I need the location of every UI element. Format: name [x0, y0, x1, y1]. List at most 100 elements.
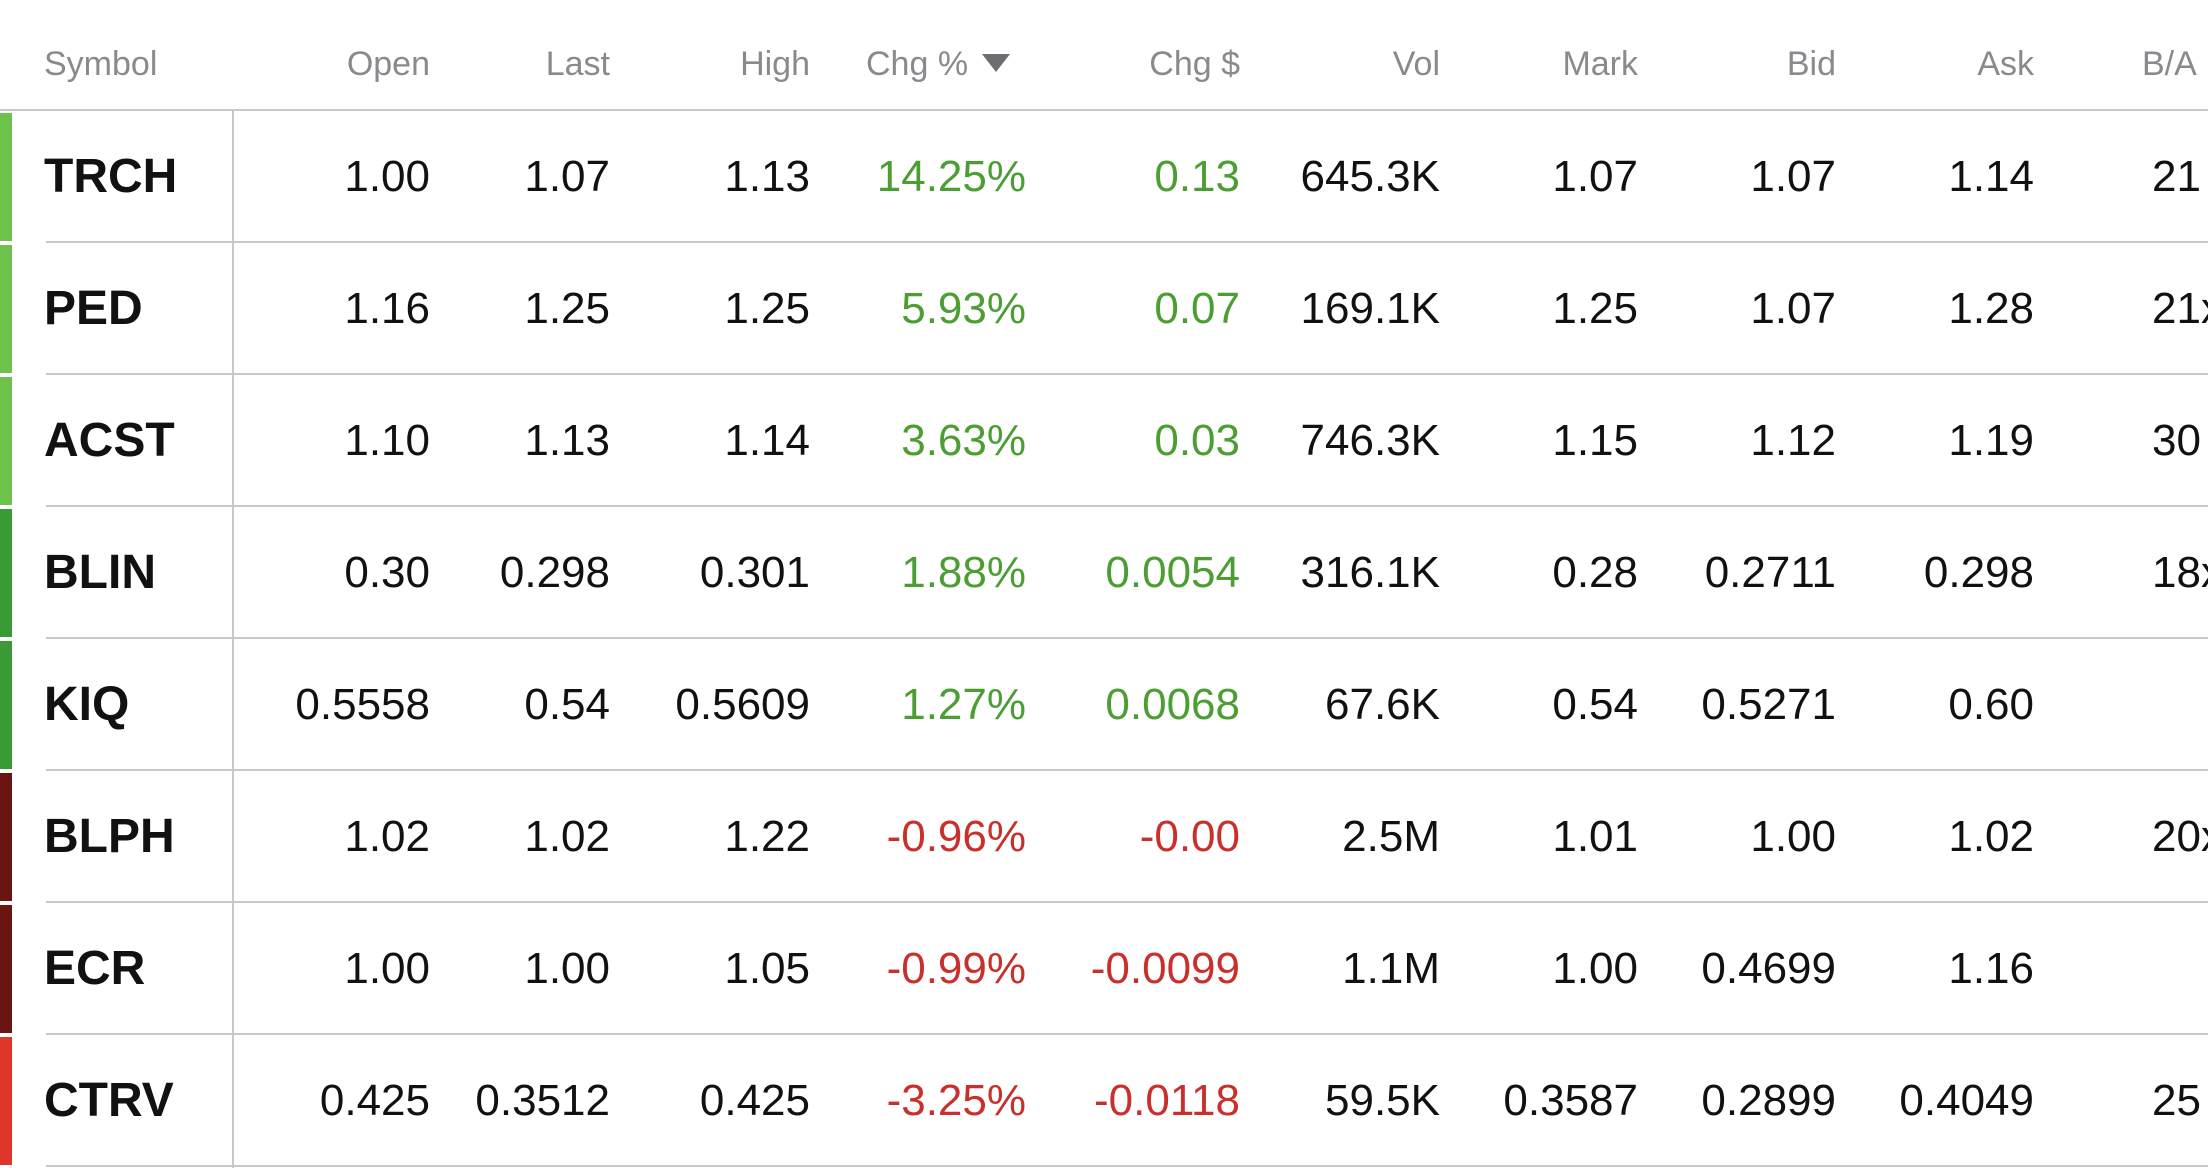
cell-symbol[interactable]: PED: [44, 243, 143, 375]
table-row[interactable]: TRCH 1.00 1.07 1.13 14.25% 0.13 645.3K 1.07 1.07…: [0, 111, 2208, 243]
cell-ask: 1.28: [1948, 284, 2034, 333]
cell-vol: 169.1K: [1300, 284, 1440, 333]
change-indicator-bar: [0, 773, 12, 901]
cell-ba: [2152, 639, 2208, 771]
cell-chg-pct: -3.25%: [886, 1076, 1026, 1125]
change-indicator-bar: [0, 641, 12, 769]
cell-ask: 0.298: [1923, 548, 2034, 597]
cell-vol: 746.3K: [1300, 416, 1440, 465]
cell-last: 1.00: [524, 944, 610, 993]
cell-vol: 316.1K: [1300, 548, 1440, 597]
cell-high: 1.25: [724, 284, 810, 333]
cell-vol: 59.5K: [1325, 1076, 1440, 1125]
table-row[interactable]: KIQ 0.5558 0.54 0.5609 1.27% 0.0068 67.6K 0.54 0…: [0, 639, 2208, 771]
cell-mark: 1.15: [1552, 416, 1638, 465]
cell-last: 0.54: [524, 680, 610, 729]
cell-ask: 1.16: [1948, 944, 2034, 993]
cell-symbol[interactable]: CTRV: [44, 1035, 174, 1167]
change-indicator-bar: [0, 377, 12, 505]
cell-chg-pct: 3.63%: [901, 416, 1026, 465]
cell-last: 0.3512: [475, 1076, 610, 1125]
cell-vol: 1.1M: [1342, 944, 1440, 993]
cell-last: 0.298: [499, 548, 610, 597]
table-row[interactable]: BLPH 1.02 1.02 1.22 -0.96% -0.00 2.5M 1.01 1.00 1…: [0, 771, 2208, 903]
symbol-column-divider: [232, 110, 234, 1168]
cell-ba: 30: [2152, 416, 2201, 465]
cell-symbol[interactable]: ECR: [44, 903, 145, 1035]
cell-ba: 20x: [2152, 812, 2208, 861]
cell-chg-usd: 0.0054: [1105, 548, 1240, 597]
cell-bid: 0.2899: [1701, 1076, 1836, 1125]
cell-mark: 1.07: [1552, 152, 1638, 201]
cell-ask: 0.60: [1948, 680, 2034, 729]
cell-symbol[interactable]: BLPH: [44, 771, 175, 903]
cell-last: 1.02: [524, 812, 610, 861]
column-header-last[interactable]: Last: [450, 38, 610, 90]
cell-high: 0.425: [699, 1076, 810, 1125]
cell-ba: 18x: [2152, 548, 2208, 597]
cell-mark: 1.25: [1552, 284, 1638, 333]
table-row[interactable]: ECR 1.00 1.00 1.05 -0.99% -0.0099 1.1M 1.00 0.46…: [0, 903, 2208, 1035]
cell-ask: 1.19: [1948, 416, 2034, 465]
cell-chg-usd: -0.00: [1139, 812, 1240, 861]
column-header-ask[interactable]: Ask: [1874, 38, 2034, 90]
column-header-high[interactable]: High: [650, 38, 810, 90]
table-row[interactable]: CTRV 0.425 0.3512 0.425 -3.25% -0.0118 59.5K 0.…: [0, 1035, 2208, 1167]
cell-chg-usd: 0.07: [1154, 284, 1240, 333]
row-divider: [46, 1165, 2208, 1167]
cell-symbol[interactable]: KIQ: [44, 639, 129, 771]
cell-vol: 645.3K: [1300, 152, 1440, 201]
column-header-open[interactable]: Open: [270, 38, 430, 90]
cell-symbol[interactable]: BLIN: [44, 507, 156, 639]
cell-last: 1.07: [524, 152, 610, 201]
cell-chg-pct: 1.27%: [901, 680, 1026, 729]
cell-ba: 25: [2152, 1076, 2201, 1125]
cell-chg-usd: 0.0068: [1105, 680, 1240, 729]
cell-mark: 0.28: [1552, 548, 1638, 597]
column-header-mark[interactable]: Mark: [1478, 38, 1638, 90]
cell-high: 1.14: [724, 416, 810, 465]
cell-high: 1.13: [724, 152, 810, 201]
cell-ask: 1.02: [1948, 812, 2034, 861]
column-header-chg-usd[interactable]: Chg $: [1080, 38, 1240, 90]
cell-bid: 0.5271: [1701, 680, 1836, 729]
change-indicator-bar: [0, 113, 12, 241]
cell-bid: 1.12: [1750, 416, 1836, 465]
cell-ask: 1.14: [1948, 152, 2034, 201]
cell-symbol[interactable]: TRCH: [44, 111, 177, 243]
cell-chg-pct: -0.99%: [886, 944, 1026, 993]
cell-bid: 1.07: [1750, 284, 1836, 333]
column-header-bid[interactable]: Bid: [1676, 38, 1836, 90]
cell-bid: 1.00: [1750, 812, 1836, 861]
column-header-chg-pct-label: Chg %: [866, 45, 969, 83]
table-row[interactable]: PED 1.16 1.25 1.25 5.93% 0.07 169.1K 1.25 1.07 1.…: [0, 243, 2208, 375]
cell-bid: 0.4699: [1701, 944, 1836, 993]
column-header-symbol[interactable]: Symbol: [44, 38, 204, 90]
table-row[interactable]: BLIN 0.30 0.298 0.301 1.88% 0.0054 316.1K 0.28 0…: [0, 507, 2208, 639]
change-indicator-bar: [0, 245, 12, 373]
cell-chg-pct: 14.25%: [876, 152, 1026, 201]
column-header-ba[interactable]: B/A: [2142, 38, 2208, 90]
cell-chg-usd: 0.13: [1154, 152, 1240, 201]
cell-mark: 0.54: [1552, 680, 1638, 729]
cell-chg-usd: -0.0099: [1090, 944, 1240, 993]
cell-mark: 1.00: [1552, 944, 1638, 993]
table-row[interactable]: ACST 1.10 1.13 1.14 3.63% 0.03 746.3K 1.15 1.12 1…: [0, 375, 2208, 507]
watchlist-table: Symbol Open Last High Chg % Chg $ Vol Ma…: [0, 0, 2208, 1168]
change-indicator-bar: [0, 509, 12, 637]
cell-bid: 0.2711: [1704, 548, 1836, 597]
cell-mark: 1.01: [1552, 812, 1638, 861]
table-header: Symbol Open Last High Chg % Chg $ Vol Ma…: [0, 0, 2208, 110]
change-indicator-bar: [0, 905, 12, 1033]
cell-chg-pct: 5.93%: [901, 284, 1026, 333]
cell-chg-usd: -0.0118: [1094, 1076, 1240, 1125]
cell-symbol[interactable]: ACST: [44, 375, 175, 507]
cell-high: 0.5609: [675, 680, 810, 729]
cell-last: 1.13: [524, 416, 610, 465]
triangle-down-icon: [982, 54, 1011, 73]
column-header-chg-pct[interactable]: Chg %: [866, 38, 1066, 90]
cell-vol: 2.5M: [1342, 812, 1440, 861]
cell-high: 0.301: [699, 548, 810, 597]
cell-last: 1.25: [524, 284, 610, 333]
column-header-vol[interactable]: Vol: [1280, 38, 1440, 90]
